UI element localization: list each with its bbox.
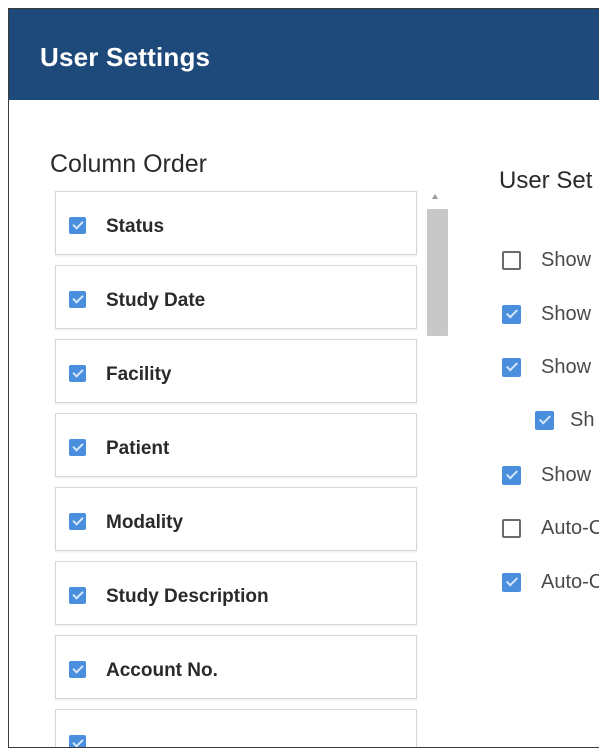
column-checkbox-patient[interactable] bbox=[69, 439, 86, 456]
column-label: Patient bbox=[106, 438, 170, 459]
column-label: Study Date bbox=[106, 290, 206, 311]
column-checkbox-study-date[interactable] bbox=[69, 291, 86, 308]
column-label: Account No. bbox=[106, 660, 218, 681]
column-checkbox-partial[interactable] bbox=[69, 735, 86, 747]
user-option-label: Show bbox=[541, 303, 592, 325]
column-list-scrollbar[interactable] bbox=[427, 194, 448, 747]
user-option-checkbox[interactable] bbox=[502, 251, 521, 270]
column-label: Facility bbox=[106, 364, 172, 385]
column-checkbox-study-description[interactable] bbox=[69, 587, 86, 604]
column-item-account-no[interactable]: Account No. bbox=[55, 635, 417, 699]
column-label: Study Description bbox=[106, 586, 269, 607]
column-checkbox-status[interactable] bbox=[69, 217, 86, 234]
column-item-status[interactable]: Status bbox=[55, 191, 417, 255]
user-settings-title: User Set bbox=[499, 167, 593, 194]
column-item-facility[interactable]: Facility bbox=[55, 339, 417, 403]
column-checkbox-account-no[interactable] bbox=[69, 661, 86, 678]
page-title: User Settings bbox=[40, 42, 211, 72]
user-option-checkbox[interactable] bbox=[502, 466, 521, 485]
user-option-checkbox[interactable] bbox=[502, 573, 521, 592]
user-option-label: Show bbox=[541, 464, 592, 486]
column-item-partial[interactable] bbox=[55, 709, 417, 747]
column-checkbox-modality[interactable] bbox=[69, 513, 86, 530]
user-option-checkbox[interactable] bbox=[502, 305, 521, 324]
column-order-list: Status Study Date Facility Patient Modal… bbox=[55, 191, 419, 747]
scroll-thumb[interactable] bbox=[427, 209, 448, 336]
column-item-modality[interactable]: Modality bbox=[55, 487, 417, 551]
column-label: Modality bbox=[106, 512, 184, 533]
column-order-title: Column Order bbox=[50, 150, 207, 178]
column-label: Status bbox=[106, 216, 165, 237]
user-option-checkbox[interactable] bbox=[502, 519, 521, 538]
user-option-checkbox[interactable] bbox=[535, 411, 554, 430]
column-item-study-date[interactable]: Study Date bbox=[55, 265, 417, 329]
user-option-label: Show bbox=[541, 356, 592, 378]
user-option-label: Show bbox=[541, 249, 592, 271]
user-option-label: Sh bbox=[570, 409, 595, 431]
user-option-label: Auto-C bbox=[541, 571, 599, 593]
column-checkbox-facility[interactable] bbox=[69, 365, 86, 382]
header-bar: User Settings bbox=[9, 9, 599, 100]
user-option-checkbox[interactable] bbox=[502, 358, 521, 377]
scroll-up-icon[interactable] bbox=[432, 194, 438, 199]
column-item-patient[interactable]: Patient bbox=[55, 413, 417, 477]
column-item-study-description[interactable]: Study Description bbox=[55, 561, 417, 625]
user-option-label: Auto-C bbox=[541, 517, 599, 539]
settings-window: User Settings Column Order Status Study … bbox=[8, 8, 599, 748]
